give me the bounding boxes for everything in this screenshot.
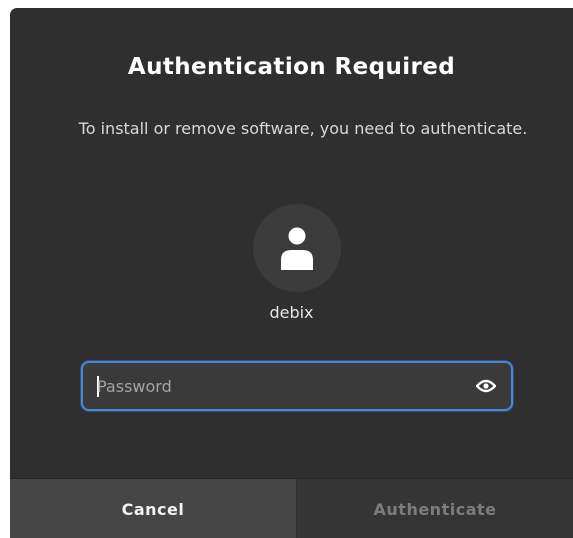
cancel-button[interactable]: Cancel [10,479,296,538]
user-avatar-icon [281,227,313,270]
dialog-message: To install or remove software, you need … [78,119,528,138]
dialog-title: Authentication Required [127,54,456,80]
password-input[interactable] [97,363,457,409]
eye-icon[interactable] [476,377,496,395]
authenticate-button[interactable]: Authenticate [297,479,573,538]
dialog-button-bar: Cancel Authenticate [10,478,573,538]
password-field[interactable] [81,361,513,411]
username-label: debix [269,303,314,322]
authentication-dialog: Authentication Required To install or re… [10,8,573,538]
avatar [253,204,341,292]
